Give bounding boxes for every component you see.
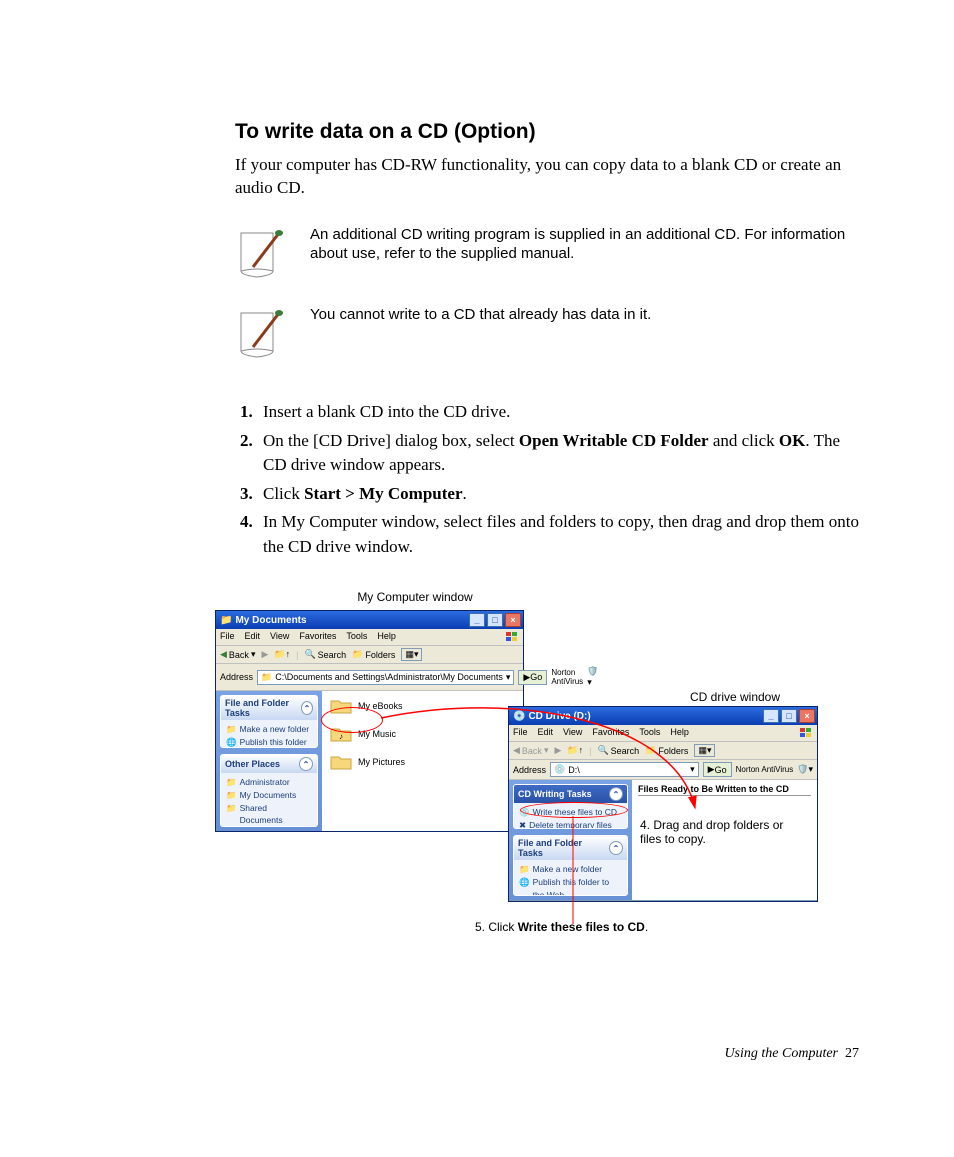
windows-logo-icon xyxy=(799,727,813,739)
norton-label: Norton AntiVirus xyxy=(551,668,583,686)
back-button[interactable]: ◀Back ▾ xyxy=(513,745,548,756)
task-link[interactable]: 📁Make a new folder xyxy=(519,863,622,876)
cd-icon: 💿 xyxy=(513,711,525,722)
step-2: On the [CD Drive] dialog box, select Ope… xyxy=(257,429,859,478)
side-panel: File and Folder Tasks⌃ 📁Make a new folde… xyxy=(216,691,322,831)
views-button[interactable]: ▦▾ xyxy=(694,744,715,757)
views-button[interactable]: ▦▾ xyxy=(401,648,422,661)
folder-icon xyxy=(330,753,352,771)
maximize-button[interactable]: □ xyxy=(781,709,797,723)
task-link[interactable]: 📁Administrator xyxy=(226,776,312,789)
address-bar: Address 📁C:\Documents and Settings\Admin… xyxy=(216,664,523,691)
note-icon xyxy=(235,225,285,280)
menu-tools[interactable]: Tools xyxy=(346,631,367,643)
address-field[interactable]: 📁C:\Documents and Settings\Administrator… xyxy=(257,670,514,685)
folders-button[interactable]: 📁Folders xyxy=(352,649,395,660)
folder-icon: 📁 xyxy=(220,615,232,626)
collapse-icon[interactable]: ⌃ xyxy=(609,787,623,801)
forward-button[interactable]: ▶ xyxy=(261,649,268,660)
collapse-icon[interactable]: ⌃ xyxy=(301,701,313,715)
screenshot-area: My Computer window 📁 My Documents _ □ × … xyxy=(215,590,835,960)
close-button[interactable]: × xyxy=(799,709,815,723)
menu-favorites[interactable]: Favorites xyxy=(299,631,336,643)
menu-edit[interactable]: Edit xyxy=(538,727,554,739)
caption-cd-drive: CD drive window xyxy=(655,690,815,704)
other-places-box: Other Places⌃ 📁Administrator 📁My Documen… xyxy=(220,754,318,827)
menu-bar: File Edit View Favorites Tools Help xyxy=(509,725,817,742)
caption-my-computer: My Computer window xyxy=(335,590,495,604)
task-link[interactable]: 📁Shared Documents xyxy=(226,802,312,827)
minimize-button[interactable]: _ xyxy=(469,613,485,627)
intro-paragraph: If your computer has CD-RW functionality… xyxy=(235,154,859,200)
close-button[interactable]: × xyxy=(505,613,521,627)
step-4: In My Computer window, select files and … xyxy=(257,510,859,559)
toolbar: ◀Back ▾ ▶ 📁↑ | 🔍Search 📁Folders ▦▾ xyxy=(509,742,817,760)
folder-item[interactable]: My Pictures xyxy=(330,753,515,771)
address-label: Address xyxy=(513,765,546,775)
maximize-button[interactable]: □ xyxy=(487,613,503,627)
section-heading: To write data on a CD (Option) xyxy=(235,120,859,144)
search-button[interactable]: 🔍Search xyxy=(304,649,346,660)
menu-view[interactable]: View xyxy=(270,631,289,643)
task-link[interactable]: 📁My Documents xyxy=(226,789,312,802)
step-1: Insert a blank CD into the CD drive. xyxy=(257,400,859,425)
side-panel: CD Writing Tasks⌃ 💿Write these files to … xyxy=(509,780,632,900)
annotation-drag-drop: 4. Drag and drop folders or files to cop… xyxy=(640,818,800,846)
up-button[interactable]: 📁↑ xyxy=(567,745,583,756)
address-bar: Address 💿D:\▾ ▶ Go Norton AntiVirus 🛡️▾ xyxy=(509,760,817,780)
up-button[interactable]: 📁↑ xyxy=(274,649,290,660)
menu-bar: File Edit View Favorites Tools Help xyxy=(216,629,523,646)
address-field[interactable]: 💿D:\▾ xyxy=(550,762,699,777)
menu-help[interactable]: Help xyxy=(670,727,689,739)
go-button[interactable]: ▶ Go xyxy=(518,670,547,685)
menu-help[interactable]: Help xyxy=(377,631,396,643)
task-link[interactable]: 🌐Publish this folder to the Web xyxy=(519,876,622,896)
norton-icon[interactable]: 🛡️▾ xyxy=(587,666,598,688)
note-icon xyxy=(235,305,285,360)
file-folder-tasks-box: File and Folder Tasks⌃ 📁Make a new folde… xyxy=(513,835,628,896)
windows-logo-icon xyxy=(505,631,519,643)
step-3: Click Start > My Computer. xyxy=(257,482,859,507)
task-link[interactable]: 📁Make a new folder xyxy=(226,723,312,736)
menu-view[interactable]: View xyxy=(563,727,582,739)
menu-file[interactable]: File xyxy=(220,631,235,643)
address-label: Address xyxy=(220,672,253,682)
search-button[interactable]: 🔍Search xyxy=(597,745,639,756)
section-header: Files Ready to Be Written to the CD xyxy=(638,784,811,796)
window-title: CD Drive (D:) xyxy=(528,711,590,722)
file-folder-tasks-box: File and Folder Tasks⌃ 📁Make a new folde… xyxy=(220,695,318,748)
toolbar: ◀Back ▾ ▶ 📁↑ | 🔍Search 📁Folders ▦▾ xyxy=(216,646,523,664)
annotation-step5: 5. Click Write these files to CD. xyxy=(475,920,648,934)
selection-ring xyxy=(520,802,628,818)
go-button[interactable]: ▶ Go xyxy=(703,762,732,777)
norton-icon[interactable]: 🛡️▾ xyxy=(797,764,813,775)
back-button[interactable]: ◀Back ▾ xyxy=(220,649,255,660)
menu-file[interactable]: File xyxy=(513,727,528,739)
menu-tools[interactable]: Tools xyxy=(639,727,660,739)
norton-label: Norton AntiVirus xyxy=(736,765,794,774)
collapse-icon[interactable]: ⌃ xyxy=(609,841,623,855)
svg-text:♪: ♪ xyxy=(339,732,343,741)
note-text-2: You cannot write to a CD that already ha… xyxy=(310,305,651,325)
steps-list: Insert a blank CD into the CD drive. On … xyxy=(235,400,859,560)
delete-temp-link[interactable]: ✖Delete temporary files xyxy=(519,819,622,829)
window-title: My Documents xyxy=(235,615,306,626)
task-link[interactable]: 🌐Publish this folder to the Web xyxy=(226,736,312,748)
collapse-icon[interactable]: ⌃ xyxy=(299,757,313,771)
selection-ring xyxy=(321,707,383,733)
page-footer: Using the Computer 27 xyxy=(724,1046,859,1062)
forward-button[interactable]: ▶ xyxy=(554,745,561,756)
menu-favorites[interactable]: Favorites xyxy=(592,727,629,739)
minimize-button[interactable]: _ xyxy=(763,709,779,723)
menu-edit[interactable]: Edit xyxy=(245,631,261,643)
note-text-1: An additional CD writing program is supp… xyxy=(310,225,859,264)
folders-button[interactable]: 📁Folders xyxy=(645,745,688,756)
